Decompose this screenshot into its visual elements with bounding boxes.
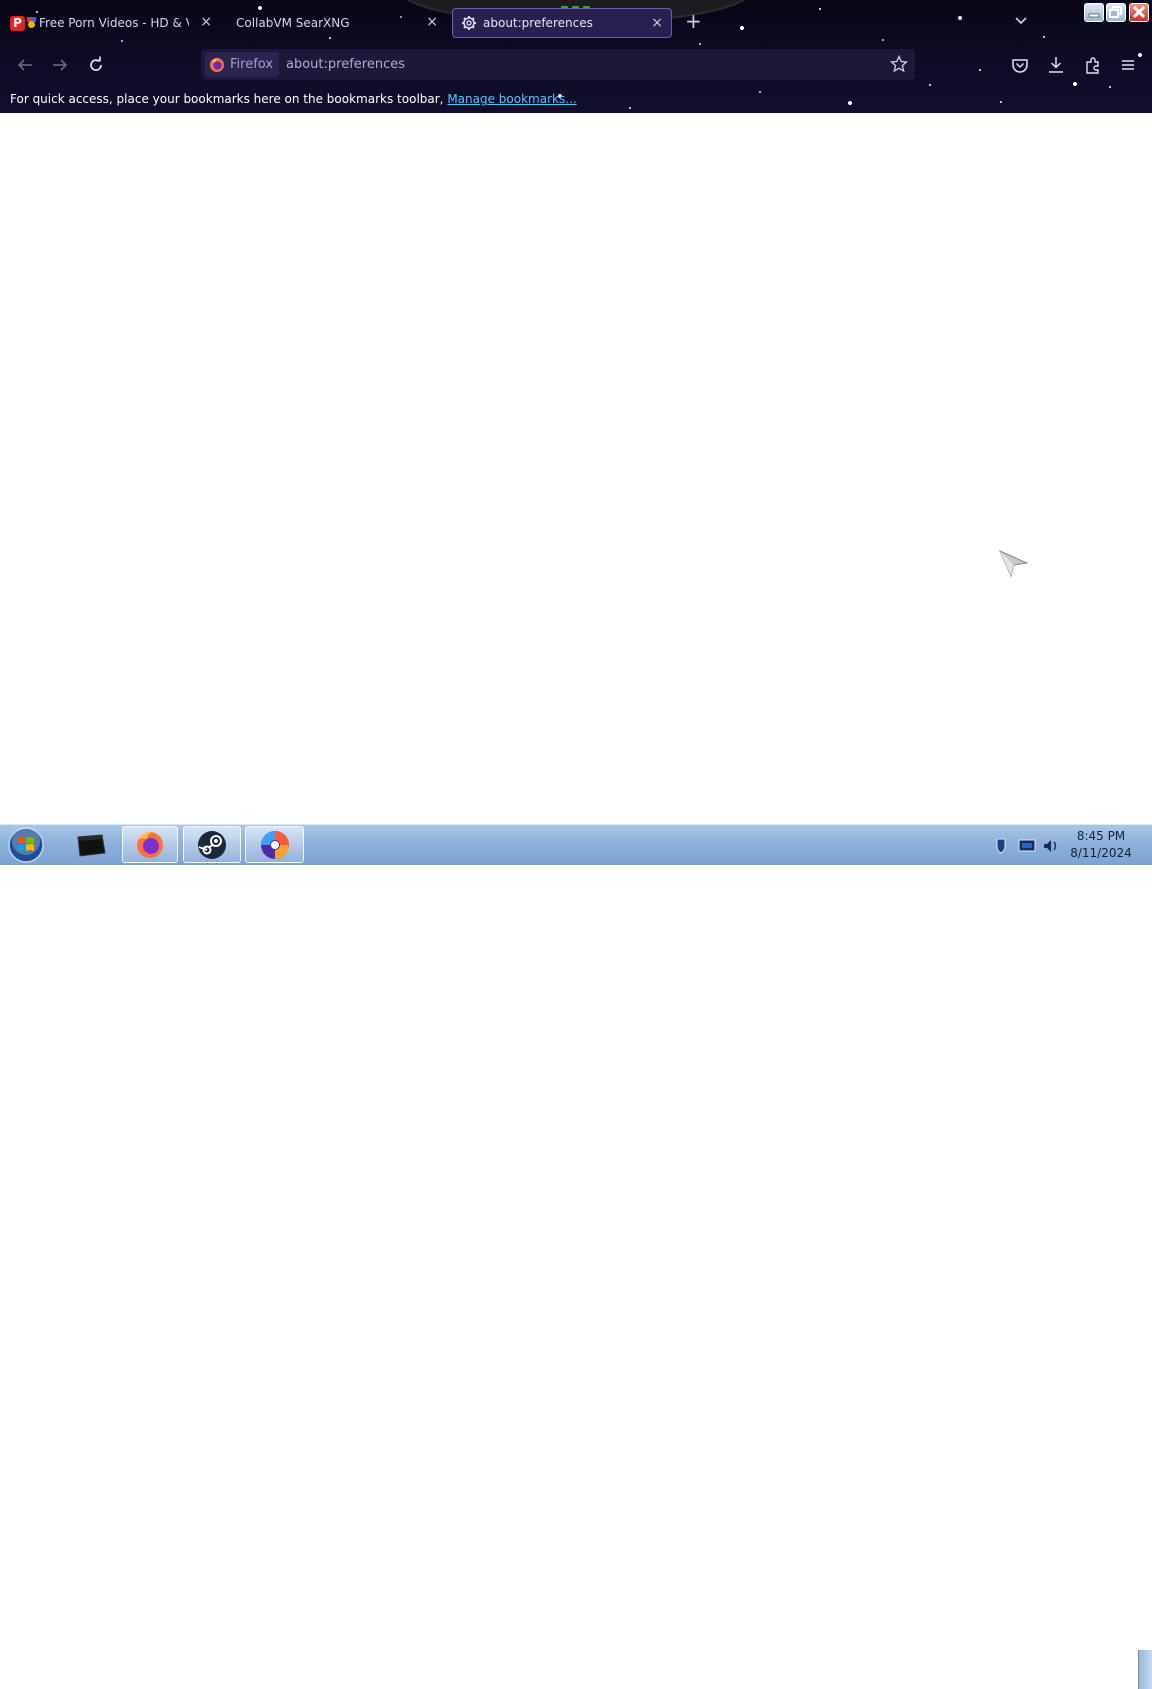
start-button[interactable] xyxy=(6,826,46,864)
tab-title: Free Porn Videos - HD & VR xyxy=(39,16,189,30)
tab-title: about:preferences xyxy=(483,16,593,30)
swirl-app-icon xyxy=(260,830,289,859)
pocket-icon[interactable] xyxy=(1010,55,1030,75)
clock-time[interactable]: 8:45 PM xyxy=(1063,829,1139,843)
show-desktop-button[interactable] xyxy=(1138,1650,1152,1689)
system-tray xyxy=(996,838,1057,854)
reload-icon[interactable] xyxy=(86,55,106,75)
gear-icon xyxy=(462,16,476,30)
identity-box[interactable]: Firefox xyxy=(205,52,280,77)
volume-icon[interactable] xyxy=(1044,840,1057,852)
extensions-icon[interactable] xyxy=(1083,55,1103,75)
minimize-button[interactable] xyxy=(1084,3,1104,22)
chevron-down-icon[interactable] xyxy=(1013,13,1029,29)
close-window-button[interactable] xyxy=(1129,3,1149,22)
back-arrow-icon[interactable] xyxy=(15,55,35,75)
tab-free-videos[interactable]: P Free Porn Videos - HD & VR × xyxy=(2,8,220,38)
bookmarks-toolbar: For quick access, place your bookmarks h… xyxy=(10,92,577,106)
tab-title: CollabVM SearXNG xyxy=(236,16,350,30)
medal-icon xyxy=(27,17,36,29)
close-tab-icon[interactable]: × xyxy=(426,14,438,30)
identity-label: Firefox xyxy=(230,57,274,72)
bookmarks-hint-text: For quick access, place your bookmarks h… xyxy=(10,92,444,106)
pornhub-p-icon: P xyxy=(10,15,25,31)
menu-icon[interactable] xyxy=(1118,55,1138,75)
taskbar-firefox-button[interactable] xyxy=(122,826,178,863)
new-tab-button[interactable]: + xyxy=(685,11,702,31)
minimize-icon xyxy=(1088,13,1100,18)
taskbar xyxy=(0,824,1152,1689)
url-bar[interactable]: Firefox about:preferences xyxy=(201,49,915,80)
terminal-icon xyxy=(76,833,106,857)
close-tab-icon[interactable]: × xyxy=(200,14,212,30)
firefox-icon xyxy=(137,831,163,858)
steam-icon xyxy=(198,830,226,859)
manage-bookmarks-link[interactable]: Manage bookmarks... xyxy=(447,92,576,106)
bookmark-star-icon[interactable] xyxy=(890,55,908,73)
close-tab-icon[interactable]: × xyxy=(651,15,663,31)
restore-button[interactable] xyxy=(1106,3,1126,22)
browser-chrome: P Free Porn Videos - HD & VR × CollabVM … xyxy=(0,0,1152,113)
security-shield-icon[interactable] xyxy=(996,838,1006,854)
tab-collabvm-searxng[interactable]: CollabVM SearXNG × xyxy=(226,8,446,38)
mouse-cursor-icon xyxy=(999,550,1029,578)
taskbar-steam-button[interactable] xyxy=(183,826,241,863)
firefox-logo-icon xyxy=(210,57,224,72)
close-icon xyxy=(1132,5,1146,19)
page-content xyxy=(0,113,1152,824)
restore-icon xyxy=(1109,6,1122,18)
tab-about-preferences[interactable]: about:preferences × xyxy=(452,8,672,38)
url-text[interactable]: about:preferences xyxy=(286,57,405,72)
taskbar-terminal-button[interactable] xyxy=(63,826,118,863)
taskbar-app-button[interactable] xyxy=(245,826,304,863)
forward-arrow-icon[interactable] xyxy=(50,55,70,75)
downloads-icon[interactable] xyxy=(1046,55,1066,75)
clock-date[interactable]: 8/11/2024 xyxy=(1063,846,1139,860)
